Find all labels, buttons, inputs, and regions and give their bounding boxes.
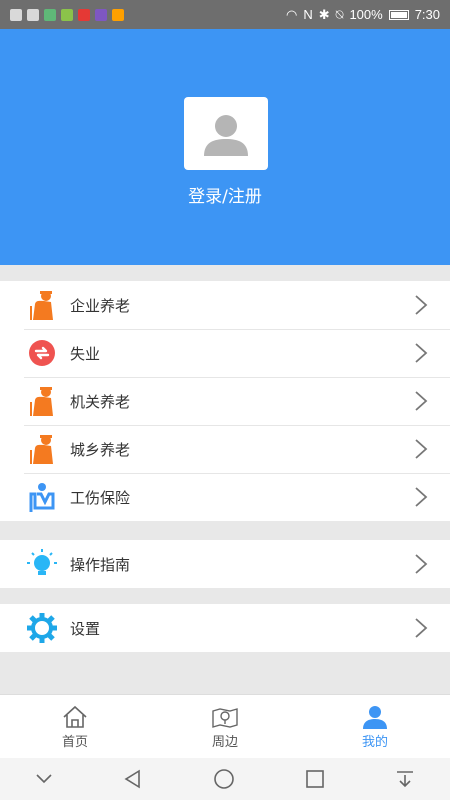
chevron-down-icon[interactable] bbox=[35, 773, 53, 785]
status-icons-right: ◠ N ✱ ⍉ 100% 7:30 bbox=[286, 7, 440, 23]
menu-item-label: 企业养老 bbox=[70, 296, 131, 315]
nfc-icon: N bbox=[303, 7, 313, 22]
menu-item-label: 失业 bbox=[70, 344, 101, 363]
battery-icon bbox=[388, 9, 409, 20]
app-notification-icon bbox=[95, 8, 107, 21]
headset-icon: ◠ bbox=[285, 6, 298, 22]
status-bar: ◠ N ✱ ⍉ 100% 7:30 bbox=[0, 0, 450, 29]
recent-apps-icon[interactable] bbox=[305, 769, 325, 789]
menu-item-label: 工伤保险 bbox=[70, 488, 131, 507]
menu-item-label: 城乡养老 bbox=[70, 440, 131, 459]
bottom-tab-bar: 首页 周边 我的 bbox=[0, 694, 450, 759]
profile-header: 登录/注册 bbox=[0, 29, 450, 265]
home-icon bbox=[63, 705, 87, 728]
menu-item-label: 操作指南 bbox=[70, 555, 131, 574]
menu-item-unemployment[interactable]: 失业 bbox=[0, 329, 450, 377]
tab-home[interactable]: 首页 bbox=[0, 695, 150, 759]
chevron-right-icon bbox=[415, 554, 428, 574]
tab-label: 首页 bbox=[61, 734, 88, 750]
menu-item-settings[interactable]: 设置 bbox=[0, 604, 450, 652]
chevron-right-icon bbox=[415, 295, 428, 315]
menu-group-insurance: 企业养老 失业 机关养老 城乡养老 工伤保险 bbox=[0, 281, 450, 521]
back-icon[interactable] bbox=[123, 769, 143, 789]
elderly-icon bbox=[26, 385, 58, 417]
wifi-icon bbox=[27, 8, 39, 21]
menu-item-urban-rural-pension[interactable]: 城乡养老 bbox=[0, 425, 450, 473]
bluetooth-icon: ✱ bbox=[318, 6, 330, 22]
menu-group-settings: 设置 bbox=[0, 604, 450, 652]
app-notification-icon bbox=[44, 8, 56, 21]
tab-nearby[interactable]: 周边 bbox=[150, 695, 300, 759]
avatar[interactable] bbox=[184, 97, 268, 170]
menu-item-enterprise-pension[interactable]: 企业养老 bbox=[0, 281, 450, 329]
chevron-right-icon bbox=[415, 618, 428, 638]
map-pin-icon bbox=[212, 707, 238, 728]
elderly-icon bbox=[26, 289, 58, 321]
chevron-right-icon bbox=[415, 391, 428, 411]
menu-item-label: 设置 bbox=[70, 619, 101, 638]
tab-label: 我的 bbox=[361, 734, 388, 750]
clock: 7:30 bbox=[414, 7, 440, 22]
chevron-right-icon bbox=[415, 487, 428, 507]
tab-mine[interactable]: 我的 bbox=[300, 695, 450, 759]
chevron-right-icon bbox=[415, 439, 428, 459]
app-notification-icon bbox=[78, 8, 90, 21]
refresh-icon bbox=[26, 337, 58, 369]
menu-group-guide: 操作指南 bbox=[0, 540, 450, 588]
tab-label: 周边 bbox=[211, 734, 238, 750]
app-notification-icon bbox=[61, 8, 73, 21]
elderly-icon bbox=[26, 433, 58, 465]
lightbulb-icon bbox=[26, 548, 58, 580]
home-circle-icon[interactable] bbox=[213, 768, 235, 790]
menu-item-work-injury-insurance[interactable]: 工伤保险 bbox=[0, 473, 450, 521]
system-nav-bar bbox=[0, 758, 450, 800]
mute-icon: ⍉ bbox=[335, 6, 344, 22]
user-icon bbox=[363, 705, 387, 729]
notification-pulldown-icon[interactable] bbox=[395, 769, 415, 789]
injury-icon bbox=[26, 481, 58, 513]
login-register-link[interactable]: 登录/注册 bbox=[0, 182, 450, 207]
menu-item-operation-guide[interactable]: 操作指南 bbox=[0, 540, 450, 588]
battery-percent: 100% bbox=[349, 7, 383, 22]
chevron-right-icon bbox=[415, 343, 428, 363]
menu-item-label: 机关养老 bbox=[70, 392, 131, 411]
app-notification-icon bbox=[112, 8, 124, 21]
status-icons-left bbox=[10, 8, 124, 21]
user-placeholder-icon bbox=[204, 114, 248, 156]
sim-icon bbox=[10, 8, 22, 21]
menu-item-government-pension[interactable]: 机关养老 bbox=[0, 377, 450, 425]
gear-icon bbox=[26, 612, 58, 644]
